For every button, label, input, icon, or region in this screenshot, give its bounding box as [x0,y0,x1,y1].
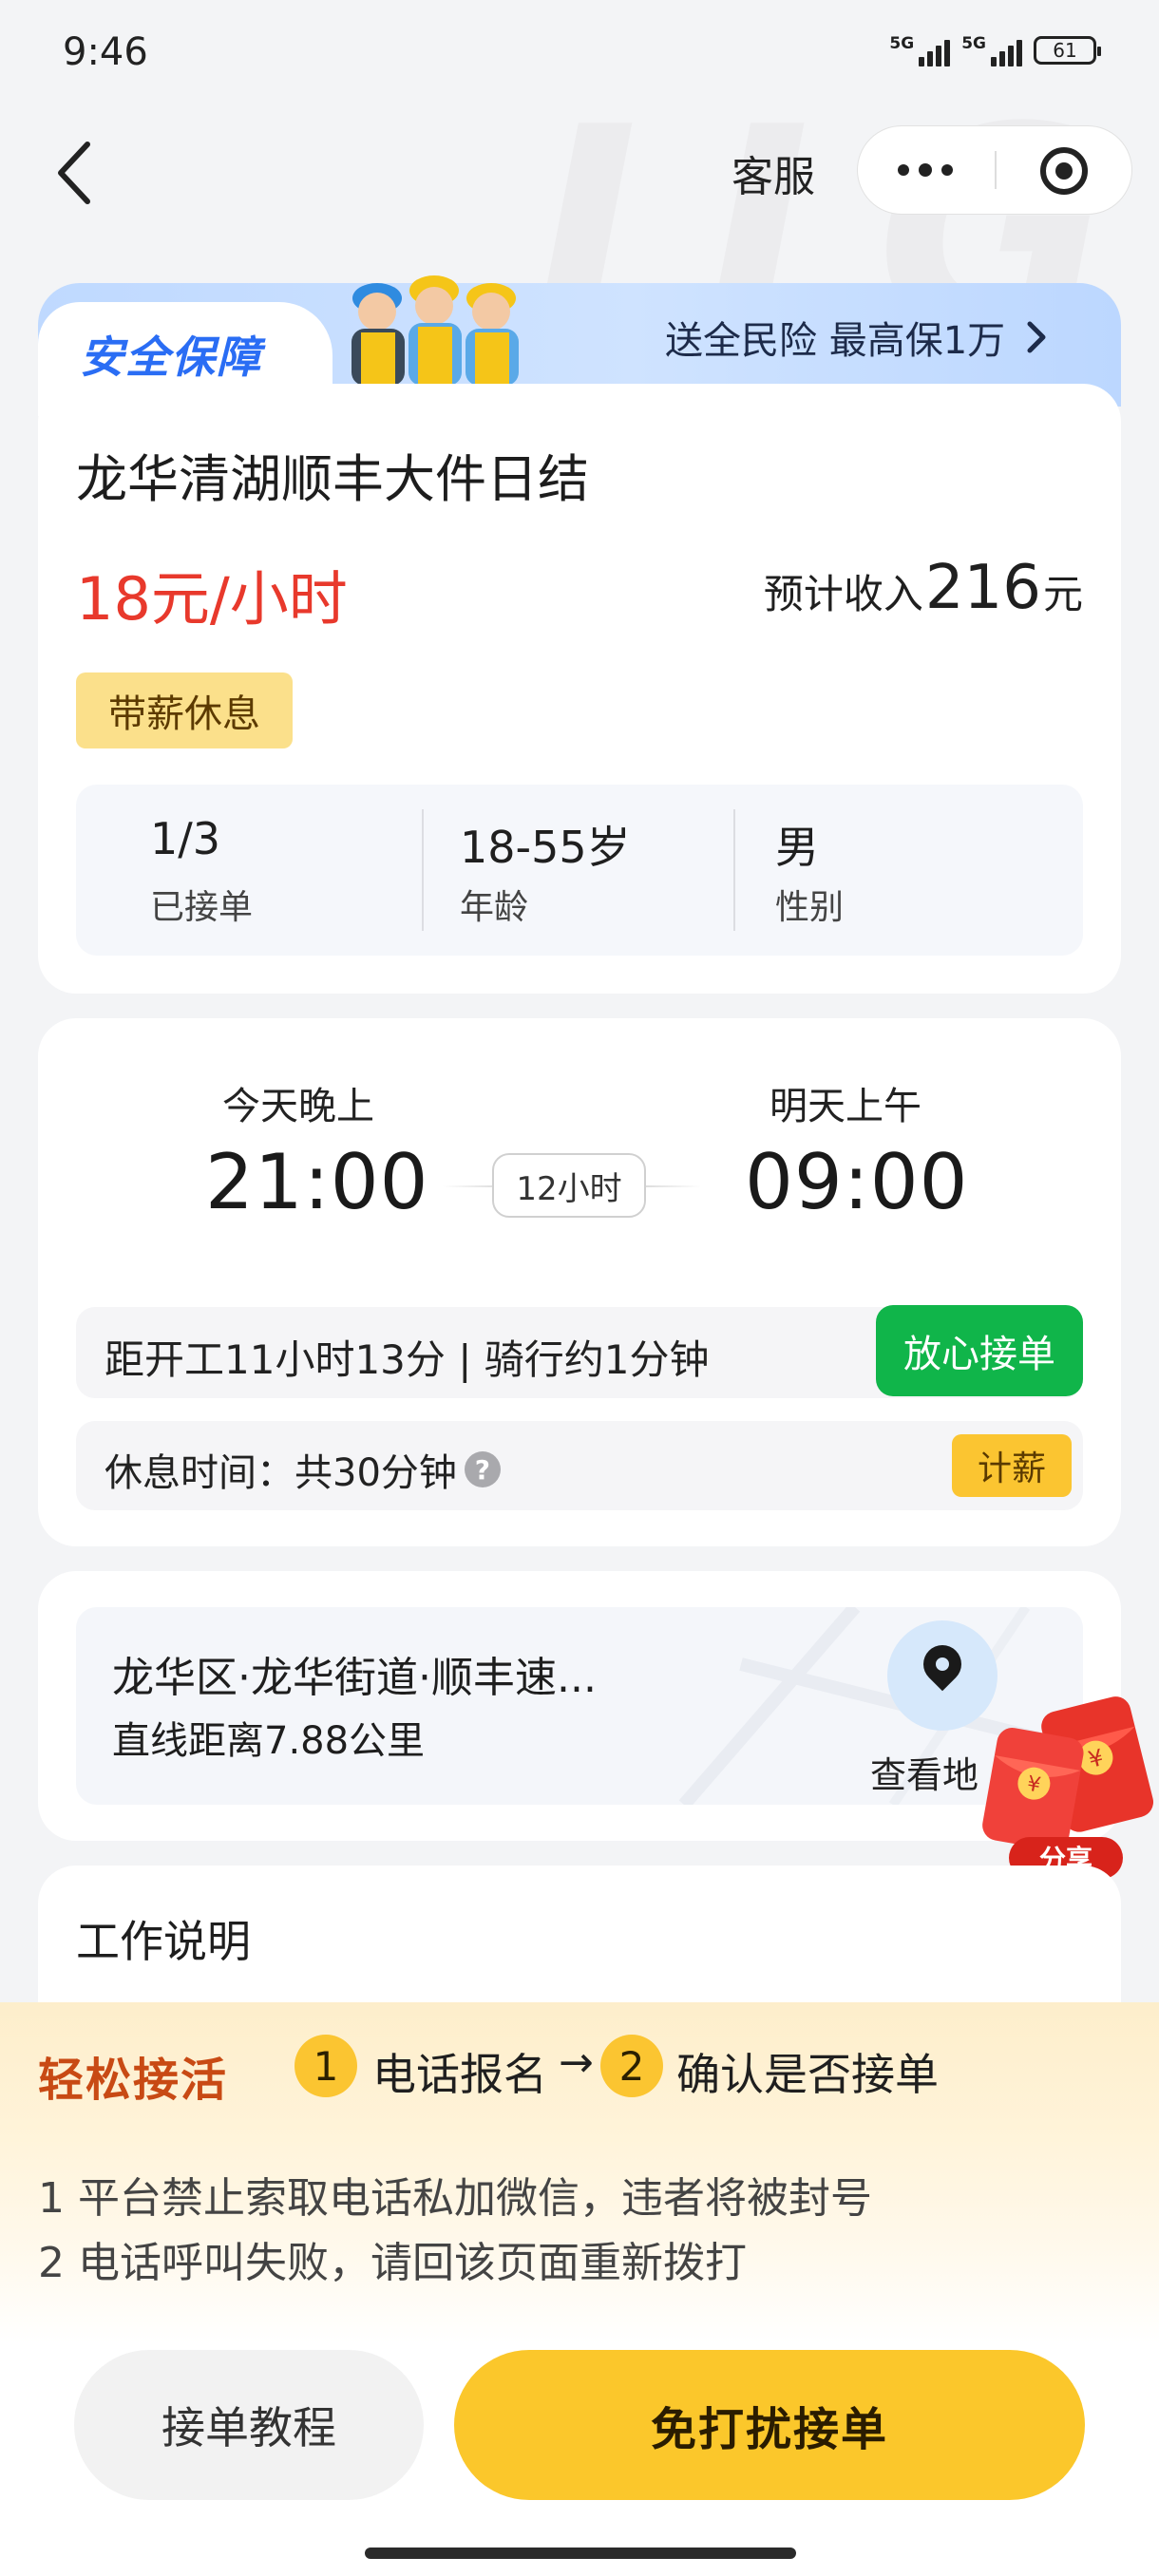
income-prefix: 预计收入 [763,571,923,617]
step-number: 2 [600,2035,663,2097]
status-icons: 5G 5G 61 [889,34,1101,66]
customer-service-link[interactable]: 客服 [732,142,815,203]
notice-line: 2 电话呼叫失败，请回该页面重新拨打 [38,2239,747,2287]
break-text: 休息时间：共30分钟 [104,1451,457,1495]
battery-icon: 61 [1034,36,1101,65]
estimated-income: 预计收入 216 元 [764,553,1083,623]
safety-title: 安全保障 [80,331,262,383]
back-icon[interactable] [49,135,103,211]
address-text: 龙华区·龙华街道·顺丰速... [112,1654,597,1702]
shift-duration: 12小时 [492,1153,646,1218]
close-miniprogram-icon[interactable] [1040,147,1088,195]
work-description-title: 工作说明 [76,1916,251,1967]
job-stats: 1/3 已接单 18-55岁 年龄 男 性别 [76,785,1083,956]
paid-rest-tag: 带薪休息 [76,672,293,748]
income-value: 216 [924,553,1041,623]
workers-illustration [352,275,519,386]
paid-badge: 计薪 [952,1434,1072,1497]
stat-value: 18-55岁 [460,822,631,873]
distance-text: 直线距离7.88公里 [112,1719,426,1763]
start-time: 21:00 [205,1138,429,1226]
stat-divider [733,809,735,931]
home-indicator[interactable] [365,2548,796,2559]
stat-value: 1/3 [150,813,221,864]
step-text: 确认是否接单 [676,2049,939,2100]
more-icon[interactable] [898,126,953,214]
income-suffix: 元 [1042,571,1083,617]
start-day-label: 今天晚上 [222,1085,374,1128]
break-info: 休息时间：共30分钟 ? [104,1442,501,1497]
tutorial-button[interactable]: 接单教程 [74,2350,424,2500]
commute-info: 距开工11小时13分 | 骑行约1分钟 [104,1336,710,1383]
miniprogram-capsule [857,125,1132,215]
step-number: 1 [294,2035,357,2097]
step-text: 电话报名 [372,2049,547,2100]
easy-work-title: 轻松接活 [38,2054,229,2107]
insurance-text: 送全民险 最高保1万 [665,319,1006,363]
stat-label: 性别 [775,888,845,927]
stat-divider [422,809,424,931]
notice-line: 1 平台禁止索取电话私加微信，违者将被封号 [38,2174,872,2223]
capsule-divider [995,151,997,189]
stat-label: 已接单 [150,888,254,927]
accept-order-button[interactable]: 放心接单 [876,1305,1083,1396]
view-map-link[interactable]: 查看地 [870,1746,978,1798]
status-time: 9:46 [63,30,148,74]
end-day-label: 明天上午 [770,1085,922,1128]
stat-label: 年龄 [460,888,529,927]
hourly-wage: 18元/小时 [76,564,348,634]
stat-value: 男 [775,822,819,873]
chevron-right-icon [1027,321,1046,353]
end-time: 09:00 [745,1138,969,1226]
signal-icon: 5G [961,34,1022,66]
help-icon[interactable]: ? [464,1451,501,1487]
arrow-right-icon: → [559,2038,594,2087]
signal-icon: 5G [889,34,951,66]
insurance-link[interactable]: 送全民险 最高保1万 [665,310,1049,365]
no-disturb-accept-button[interactable]: 免打扰接单 [454,2350,1085,2500]
job-title: 龙华清湖顺丰大件日结 [76,449,589,509]
